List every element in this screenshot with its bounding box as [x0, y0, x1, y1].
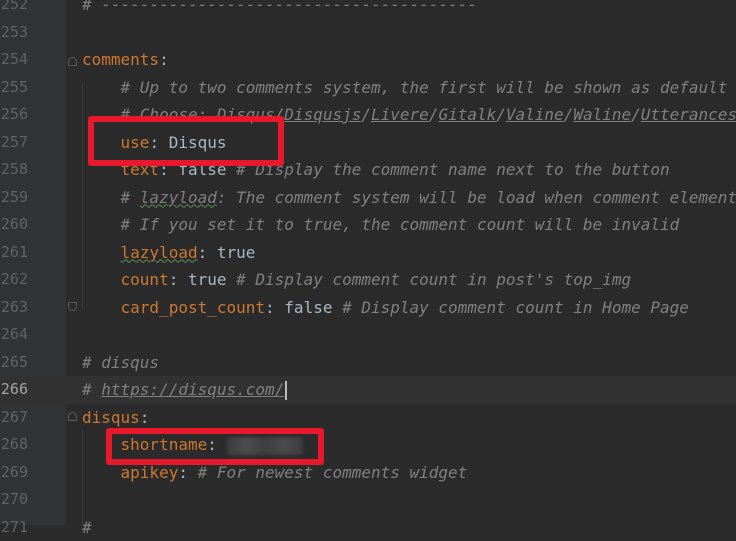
code-token: https://disqus.com/: [101, 380, 284, 399]
line-number: 257: [0, 129, 28, 157]
code-token: :: [265, 298, 284, 317]
line-number: 268: [0, 431, 28, 459]
code-token: Utterances: [641, 105, 736, 124]
code-token: /: [496, 105, 506, 124]
line-number: 254: [0, 46, 28, 74]
code-token: apikey: [82, 463, 178, 482]
line-number: 271: [0, 514, 28, 541]
code-token: Disqusjs: [284, 105, 361, 124]
code-token: : The comment system will be load when c…: [217, 188, 736, 207]
line-number: 263: [0, 294, 28, 322]
code-token: :: [169, 270, 188, 289]
code-token: lazyload: [121, 243, 198, 262]
code-line[interactable]: 259 # lazyload: The comment system will …: [0, 184, 736, 212]
code-token: # If you set it to true, the comment cou…: [82, 215, 679, 234]
code-token: true: [217, 243, 256, 262]
line-number: 260: [0, 211, 28, 239]
code-line[interactable]: 252 # -----------------------------------…: [0, 0, 736, 19]
code-token: #: [82, 518, 92, 537]
line-number: 258: [0, 156, 28, 184]
code-line[interactable]: 255 # Up to two comments system, the fir…: [0, 74, 736, 102]
code-token: # disqus: [82, 353, 159, 372]
code-text[interactable]: comments:: [82, 46, 169, 74]
line-number: 270: [0, 486, 28, 514]
line-number: 261: [0, 239, 28, 267]
indent-guide: [82, 430, 83, 525]
code-token: :: [198, 243, 217, 262]
code-line[interactable]: 267 disqus:: [0, 404, 736, 432]
code-token: true: [188, 270, 236, 289]
line-number: 253: [0, 19, 28, 47]
line-number: 264: [0, 321, 28, 349]
line-number: 269: [0, 459, 28, 487]
code-token: Waline: [573, 105, 631, 124]
code-text[interactable]: card_post_count: false # Display comment…: [82, 294, 689, 322]
code-token: :: [140, 408, 150, 427]
line-number: 256: [0, 101, 28, 129]
code-text[interactable]: # lazyload: The comment system will be l…: [82, 184, 736, 212]
code-line[interactable]: 261 lazyload: true: [0, 239, 736, 267]
code-line[interactable]: 266 # https://disqus.com/: [0, 376, 736, 404]
code-token: # Display comment count in post's top_im…: [236, 270, 631, 289]
fold-collapse-icon[interactable]: [68, 57, 77, 66]
code-token: card_post_count: [82, 298, 265, 317]
line-number: 265: [0, 349, 28, 377]
code-line[interactable]: 271 #: [0, 514, 736, 541]
code-token: Gitalk: [438, 105, 496, 124]
highlight-box-use: [88, 116, 284, 166]
code-line[interactable]: 262 count: true # Display comment count …: [0, 266, 736, 294]
code-token: # For newest comments widget: [198, 463, 468, 482]
code-line[interactable]: 254 comments:: [0, 46, 736, 74]
code-editor[interactable]: 252 # -----------------------------------…: [0, 0, 736, 525]
fold-collapse-icon[interactable]: [68, 412, 77, 421]
code-token: :: [159, 50, 169, 69]
code-text[interactable]: # Up to two comments system, the first w…: [82, 74, 727, 102]
code-token: count: [82, 270, 169, 289]
line-number: 255: [0, 74, 28, 102]
code-text[interactable]: #: [82, 514, 92, 541]
code-line[interactable]: 264: [0, 321, 736, 349]
code-token: # Display comment count in Home Page: [342, 298, 689, 317]
code-token: comments: [82, 50, 159, 69]
code-token: # Up to two comments system, the first w…: [82, 78, 727, 97]
line-number: 266: [0, 376, 28, 404]
code-line[interactable]: 253: [0, 19, 736, 47]
code-token: #: [82, 188, 140, 207]
code-token: lazyload: [140, 188, 217, 207]
code-text[interactable]: lazyload: true: [82, 239, 255, 267]
indent-guide: [82, 82, 83, 310]
code-token: /: [429, 105, 439, 124]
text-caret: [285, 381, 287, 400]
highlight-box-shortname: [106, 428, 324, 465]
code-line[interactable]: 263 card_post_count: false # Display com…: [0, 294, 736, 322]
code-token: [82, 243, 121, 262]
code-token: # Display the comment name next to the b…: [236, 160, 669, 179]
fold-end-icon[interactable]: [68, 302, 77, 311]
code-text[interactable]: disqus:: [82, 404, 149, 432]
line-number: 259: [0, 184, 28, 212]
code-text[interactable]: # --------------------------------------…: [82, 0, 477, 19]
code-token: false: [284, 298, 342, 317]
code-token: Livere: [371, 105, 429, 124]
line-number: 252: [0, 0, 28, 19]
code-token: # --------------------------------------…: [82, 0, 477, 14]
code-text[interactable]: # https://disqus.com/: [82, 376, 287, 404]
code-token: /: [361, 105, 371, 124]
code-token: /: [564, 105, 574, 124]
code-token: disqus: [82, 408, 140, 427]
code-line[interactable]: 265 # disqus: [0, 349, 736, 377]
code-text[interactable]: # If you set it to true, the comment cou…: [82, 211, 679, 239]
code-text[interactable]: count: true # Display comment count in p…: [82, 266, 631, 294]
code-token: #: [82, 380, 101, 399]
line-number: 262: [0, 266, 28, 294]
code-line[interactable]: 260 # If you set it to true, the comment…: [0, 211, 736, 239]
code-token: :: [178, 463, 197, 482]
code-line[interactable]: 270: [0, 486, 736, 514]
code-text[interactable]: # disqus: [82, 349, 159, 377]
line-number: 267: [0, 404, 28, 432]
code-token: Valine: [506, 105, 564, 124]
code-token: /: [631, 105, 641, 124]
